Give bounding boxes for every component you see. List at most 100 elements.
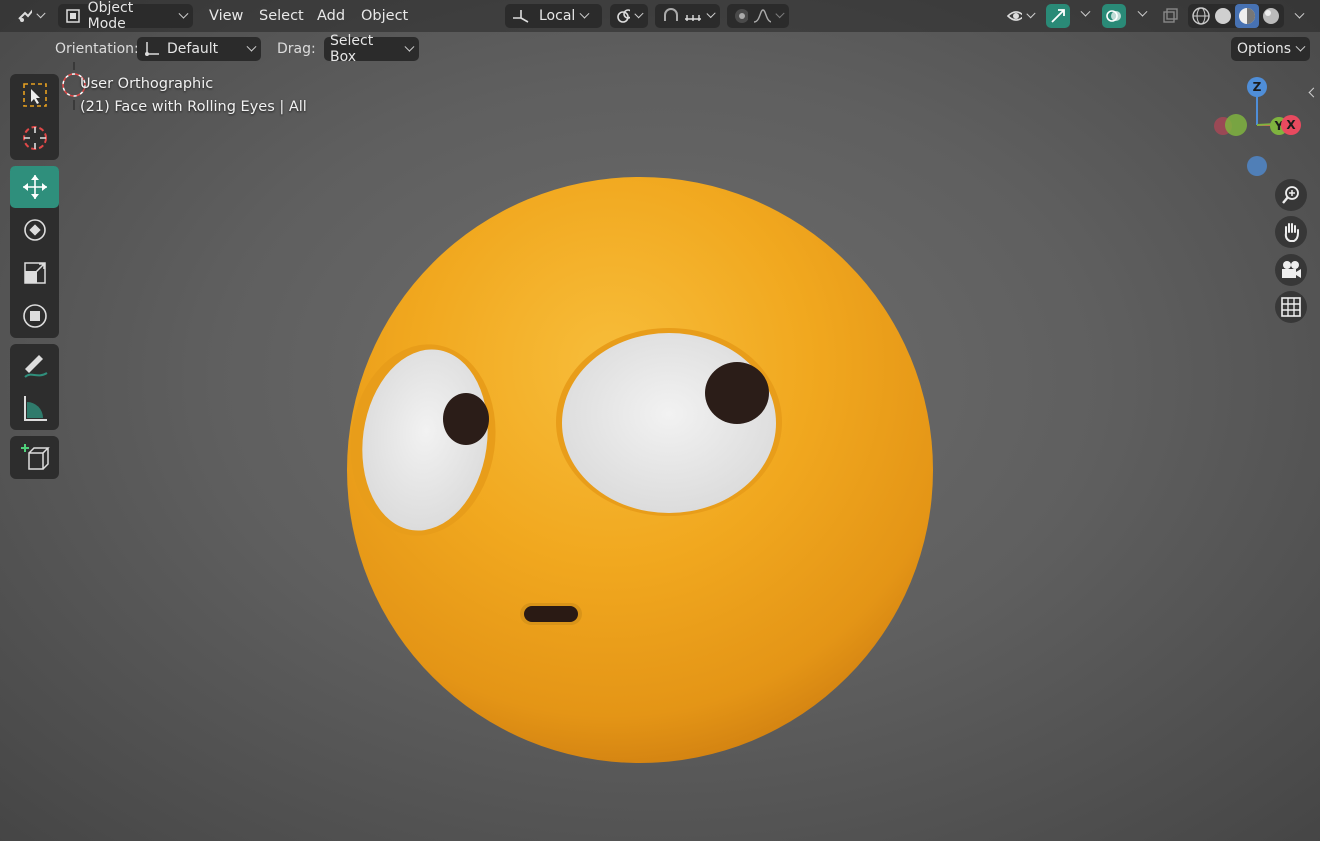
sidebar-toggle[interactable] (1308, 84, 1320, 98)
orientation-icon (513, 10, 529, 23)
snapping-group[interactable] (655, 4, 720, 28)
chevron-down-icon (634, 8, 644, 18)
mode-dropdown[interactable]: Object Mode (58, 0, 193, 32)
neg-z-axis-handle[interactable] (1247, 156, 1267, 176)
overlays-toggle[interactable] (1102, 4, 1126, 28)
object-info-text: (21) Face with Rolling Eyes | All (80, 99, 307, 115)
3d-viewport[interactable]: Object Mode View Select Add Object Local (0, 0, 1320, 841)
orientation-axes-icon (145, 42, 159, 56)
select-box-icon (22, 83, 47, 107)
visibility-dropdown[interactable] (1000, 4, 1040, 28)
chevron-down-icon (246, 41, 257, 52)
viewport-header: Object Mode View Select Add Object Local (0, 0, 1320, 32)
options-label: Options (1237, 41, 1292, 57)
neg-y-axis-handle[interactable] (1225, 114, 1247, 136)
hand-icon (1284, 223, 1299, 242)
orientation-label: Local (539, 8, 576, 24)
measure-icon (23, 396, 47, 421)
transform-tool[interactable] (10, 295, 59, 337)
rotate-tool[interactable] (10, 209, 59, 251)
drag-setting-value: Select Box (330, 33, 374, 65)
cursor-icon (22, 126, 47, 150)
scale-icon (23, 262, 46, 284)
annotate-tool[interactable] (10, 344, 59, 386)
proportional-edit-icon (735, 9, 749, 23)
editor-type-button[interactable] (10, 4, 50, 28)
eye-icon (1006, 11, 1023, 21)
x-axis-label: X (1286, 118, 1296, 132)
emoji-model[interactable] (0, 0, 1320, 841)
zoom-button[interactable] (1275, 179, 1307, 211)
toolbar-group-select (10, 74, 59, 160)
xray-icon (1163, 8, 1178, 23)
x-axis-handle[interactable]: X (1281, 115, 1301, 135)
right-pupil (705, 362, 769, 424)
orientation-setting-dropdown[interactable]: Default (137, 37, 261, 61)
projection-toggle-button[interactable] (1275, 291, 1307, 323)
shading-mode-group[interactable] (1188, 4, 1284, 28)
chevron-down-icon (706, 8, 716, 18)
add-cube-tool[interactable] (10, 436, 59, 478)
pan-button[interactable] (1275, 216, 1307, 248)
mode-label: Object Mode (87, 0, 134, 32)
toolbar-group-annotate (10, 344, 59, 430)
overlays-chevron-icon[interactable] (1137, 6, 1148, 17)
select-box-tool[interactable] (10, 74, 59, 116)
proportional-editing-group[interactable] (727, 4, 789, 28)
transform-icon (22, 304, 47, 328)
menu-select[interactable]: Select (259, 8, 304, 24)
grid-icon (1281, 297, 1301, 317)
gizmo-icon (1051, 9, 1065, 23)
chevron-down-icon (579, 8, 590, 19)
annotate-icon (23, 355, 48, 378)
wireframe-shading-icon[interactable] (1191, 6, 1211, 26)
orientation-setting-label: Orientation: (55, 41, 139, 57)
drag-setting-label: Drag: (277, 41, 316, 57)
left-pupil (443, 393, 489, 445)
mouth-inner (524, 606, 578, 622)
move-tool[interactable] (10, 166, 59, 208)
menu-view[interactable]: View (209, 8, 243, 24)
solid-shading-icon[interactable] (1213, 6, 1233, 26)
pivot-icon (617, 9, 631, 23)
chevron-down-icon (1294, 8, 1305, 19)
camera-icon (1282, 261, 1301, 278)
pivot-point-dropdown[interactable] (610, 4, 648, 28)
falloff-icon (754, 9, 771, 23)
menu-add[interactable]: Add (317, 8, 345, 24)
zoom-icon (1282, 186, 1299, 204)
snap-increment-icon (685, 15, 702, 21)
drag-setting-dropdown[interactable]: Select Box (324, 33, 419, 65)
xray-toggle[interactable] (1158, 4, 1182, 28)
header-collapse-button[interactable] (1290, 4, 1314, 28)
material-shading-icon[interactable] (1235, 4, 1259, 28)
chevron-left-icon (1308, 87, 1319, 98)
menu-object[interactable]: Object (361, 8, 408, 24)
snap-icon (664, 8, 678, 21)
overlays-icon (1106, 10, 1121, 22)
z-axis-label: Z (1252, 80, 1262, 94)
toolbar-group-transform (10, 166, 59, 338)
rotate-icon (23, 219, 46, 241)
editor-type-icon (18, 9, 33, 22)
chevron-down-icon (178, 8, 189, 19)
measure-tool[interactable] (10, 387, 59, 429)
scale-tool[interactable] (10, 252, 59, 294)
cursor-tool[interactable] (10, 117, 59, 159)
chevron-down-icon (1026, 8, 1036, 18)
gizmo-chevron-icon[interactable] (1080, 6, 1091, 17)
view-name-text: User Orthographic (80, 76, 214, 92)
chevron-down-icon (404, 41, 415, 52)
add-cube-icon (20, 444, 50, 470)
camera-view-button[interactable] (1275, 254, 1307, 286)
orientation-setting-value: Default (167, 41, 219, 57)
move-icon (22, 175, 47, 199)
z-axis-handle[interactable]: Z (1247, 77, 1267, 97)
gizmo-toggle[interactable] (1046, 4, 1070, 28)
rendered-shading-icon[interactable] (1261, 6, 1281, 26)
options-dropdown[interactable]: Options (1231, 37, 1310, 61)
object-mode-icon (66, 9, 80, 23)
chevron-down-icon (36, 8, 46, 18)
chevron-down-icon (1295, 41, 1306, 52)
transform-orientation-dropdown[interactable]: Local (505, 4, 602, 28)
